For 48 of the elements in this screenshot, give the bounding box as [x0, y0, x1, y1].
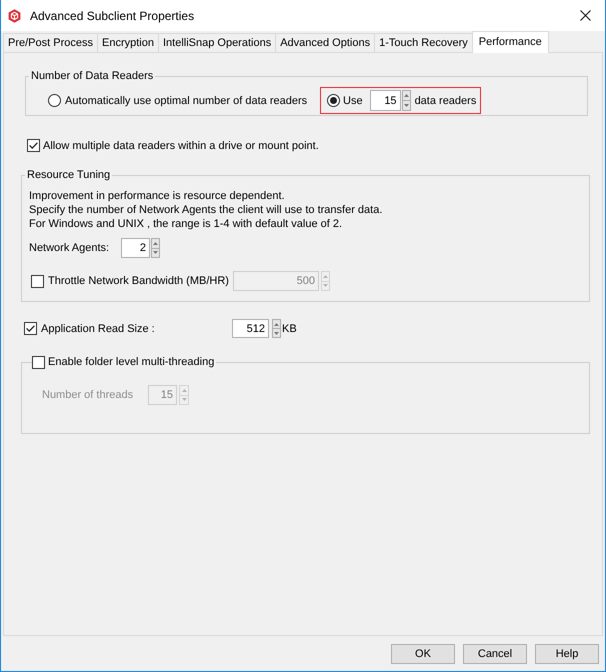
- spin-down-button[interactable]: [402, 101, 411, 111]
- dialog-button[interactable]: Cancel: [463, 644, 527, 664]
- app-logo-icon: [8, 8, 21, 22]
- radio-button[interactable]: [48, 94, 61, 107]
- checkbox-label: Enable folder level multi-threading: [45, 355, 216, 369]
- description-text: Specify the number of Network Agents the client will use to transfer data.: [29, 203, 382, 217]
- field-label: Network Agents:: [29, 241, 110, 255]
- up-triangle-icon: [323, 274, 328, 278]
- down-triangle-icon: [274, 332, 279, 334]
- spin-up-button[interactable]: [402, 90, 411, 101]
- checkbox[interactable]: [24, 322, 37, 335]
- down-triangle-icon: [153, 251, 158, 254]
- radio-label: Use: [343, 94, 363, 108]
- down-triangle-icon: [404, 104, 409, 107]
- checkmark-icon: [29, 142, 38, 149]
- checkbox-label: Allow multiple data readers within a drive or mount point.: [43, 138, 319, 152]
- down-triangle-icon: [323, 284, 328, 288]
- unit-label: KB: [282, 322, 297, 336]
- up-triangle-icon: [153, 242, 158, 245]
- number-field[interactable]: 512: [232, 319, 269, 338]
- unit-label: data readers: [414, 94, 476, 108]
- field-label: Number of threads: [42, 388, 134, 402]
- checkbox[interactable]: [32, 356, 45, 368]
- spin-up-button[interactable]: [151, 238, 160, 248]
- tab[interactable]: Performance: [472, 31, 549, 53]
- up-triangle-icon: [182, 388, 186, 392]
- dialog-button[interactable]: OK: [391, 644, 455, 664]
- checkbox-label: Application Read Size :: [41, 322, 155, 336]
- close-button[interactable]: [580, 10, 591, 21]
- description-text: Improvement in performance is resource dependent.: [29, 189, 285, 203]
- spin-up-button[interactable]: [272, 319, 281, 329]
- down-triangle-icon: [182, 398, 186, 402]
- dialog-button[interactable]: Help: [535, 644, 599, 664]
- number-field[interactable]: 2: [121, 238, 150, 258]
- group-title: Resource Tuning: [25, 168, 112, 182]
- up-triangle-icon: [274, 322, 279, 326]
- window-title: Advanced Subclient Properties: [30, 8, 194, 24]
- description-text: For Windows and UNIX , the range is 1-4 with default value of 2.: [29, 217, 342, 231]
- checkbox-label: Throttle Network Bandwidth (MB/HR): [48, 274, 229, 288]
- spin-down-button[interactable]: [272, 329, 281, 338]
- checkmark-icon: [26, 325, 35, 332]
- number-field[interactable]: 15: [370, 90, 401, 111]
- tab[interactable]: Pre/Post Process: [3, 33, 98, 52]
- radio-button[interactable]: [327, 94, 340, 107]
- up-triangle-icon: [404, 94, 409, 97]
- checkbox[interactable]: [27, 139, 40, 152]
- radio-label: Automatically use optimal number of data readers: [65, 94, 308, 108]
- close-icon: [580, 10, 591, 21]
